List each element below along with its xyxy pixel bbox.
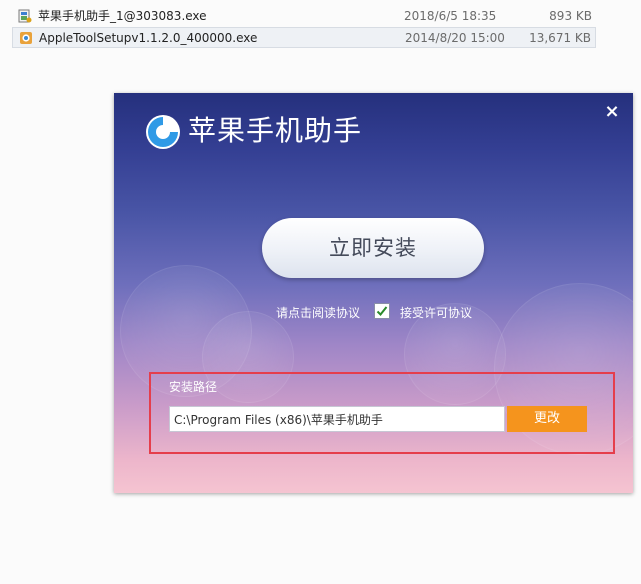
checkmark-icon <box>376 306 388 316</box>
close-icon[interactable]: × <box>601 101 623 123</box>
read-agreement-link[interactable]: 请点击阅读协议 <box>276 304 360 321</box>
install-path-input[interactable] <box>169 406 505 432</box>
accept-license-checkbox[interactable] <box>374 303 390 319</box>
file-size: 893 KB <box>549 9 592 23</box>
app-title: 苹果手机助手 <box>188 114 363 147</box>
file-list: 苹果手机助手_1@303083.exe 2018/6/5 18:35 893 K… <box>12 0 596 50</box>
change-path-button[interactable]: 更改 <box>507 406 587 432</box>
file-size: 13,671 KB <box>529 31 591 45</box>
file-date: 2018/6/5 18:35 <box>404 9 497 23</box>
agreement-row: 请点击阅读协议 接受许可协议 <box>114 301 633 323</box>
app-logo-icon <box>144 113 182 151</box>
file-row[interactable]: AppleToolSetupv1.1.2.0_400000.exe 2014/8… <box>12 27 596 48</box>
apple-tool-exe-icon <box>19 31 33 45</box>
file-name: AppleToolSetupv1.1.2.0_400000.exe <box>39 31 258 45</box>
installer-app-icon <box>18 9 32 23</box>
installer-window: 苹果手机助手 × 立即安装 请点击阅读协议 接受许可协议 安装路径 更改 <box>114 93 633 493</box>
accept-license-label: 接受许可协议 <box>400 306 473 320</box>
file-name: 苹果手机助手_1@303083.exe <box>38 9 207 23</box>
file-row[interactable]: 苹果手机助手_1@303083.exe 2018/6/5 18:35 893 K… <box>12 6 596 27</box>
file-date: 2014/8/20 15:00 <box>405 31 505 45</box>
install-path-label: 安装路径 <box>169 380 218 394</box>
install-now-button[interactable]: 立即安装 <box>262 218 484 278</box>
